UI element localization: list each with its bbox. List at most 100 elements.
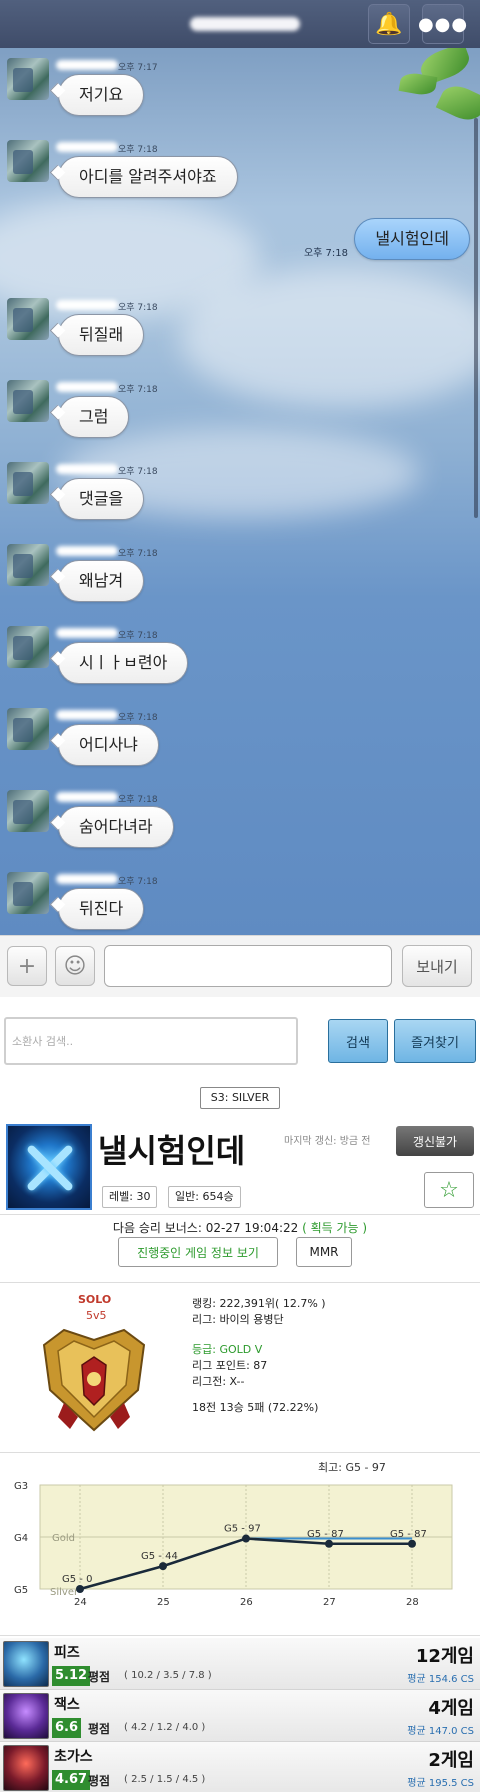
champion-row[interactable]: 잭스 6.6 평점 ( 4.2 / 1.2 / 4.0 ) 4게임 평균 147.0 CS: [0, 1690, 480, 1742]
smile-icon: ☺: [63, 953, 87, 979]
chogath-icon: [3, 1745, 49, 1791]
average-cs: 평균 147.0 CS: [407, 1726, 474, 1737]
league-text: 리그: 바이의 용병단: [192, 1313, 284, 1326]
kda-label: 평점: [88, 1722, 111, 1736]
chart-data-label: G5 - 87: [390, 1529, 427, 1540]
send-button[interactable]: 보내기: [402, 945, 472, 987]
chat-area[interactable]: 오후 7:17 저기요 오후 7:18 아디를 알려주셔야죠 오후 7:18 낼시험인데 오…: [0, 48, 480, 935]
kda-label: 평점: [88, 1670, 111, 1684]
kda-badge: 4.67: [52, 1770, 91, 1790]
chart-point: [76, 1585, 84, 1593]
message-time: 오후 7:18: [118, 877, 158, 887]
message-bubble[interactable]: 그럼: [58, 396, 130, 438]
gold-emblem-icon: [42, 1328, 146, 1432]
sender-name-redacted: [56, 300, 118, 310]
message-bubble[interactable]: 어디사냐: [58, 724, 159, 766]
plus-icon: +: [17, 953, 37, 979]
star-icon: ☆: [439, 1177, 459, 1203]
message-bubble[interactable]: 시ㅣㅏㅂ련아: [58, 642, 189, 684]
message-time: 오후 7:18: [118, 713, 158, 723]
champion-row[interactable]: 초가스 4.67 평점 ( 2.5 / 1.5 / 4.5 ) 2게임 평균 195.5 …: [0, 1742, 480, 1792]
summoner-name: 낼시험인데: [98, 1132, 246, 1170]
refresh-button[interactable]: 갱신불가: [396, 1126, 474, 1156]
kda-detail: ( 10.2 / 3.5 / 7.8 ): [124, 1670, 212, 1681]
chat-header: 🔔 ●●●: [0, 0, 480, 48]
chart-x-tick: 26: [240, 1597, 253, 1608]
favorites-button[interactable]: 즐겨찾기: [394, 1019, 476, 1063]
attach-button[interactable]: +: [7, 946, 47, 986]
avatar[interactable]: [7, 58, 49, 100]
chart-y-tick: G4: [14, 1533, 28, 1544]
message-bubble[interactable]: 저기요: [58, 74, 145, 116]
chart-y-tick: G5: [14, 1585, 28, 1596]
games-count: 4게임: [428, 1698, 474, 1719]
sender-name-redacted: [56, 382, 118, 392]
tier-text: 등급: GOLD V: [192, 1343, 263, 1356]
queue-label: SOLO: [78, 1293, 112, 1306]
champion-stats: 피즈 5.12 평점( 10.2 / 3.5 / 7.8 ) 12게임 평균 154.6…: [0, 1635, 480, 1792]
avatar[interactable]: [7, 380, 49, 422]
notification-button[interactable]: 🔔: [368, 4, 410, 44]
summoner-search-section: 소환사 검색.. 검색 즐겨찾기 S3: SILVER: [0, 997, 480, 1118]
sender-name-redacted: [56, 710, 118, 720]
message-bubble[interactable]: 댓글을: [58, 478, 145, 520]
champion-name: 초가스: [54, 1749, 93, 1765]
chart-title: 최고: G5 - 97: [318, 1461, 386, 1474]
favorite-star-button[interactable]: ☆: [424, 1172, 474, 1208]
chart-data-label: G5 - 44: [141, 1551, 178, 1562]
sender-name-redacted: [56, 464, 118, 474]
avatar[interactable]: [7, 790, 49, 832]
last-update-text: 마지막 갱신: 방금 전: [284, 1136, 371, 1147]
league-points-text: 리그 포인트: 87: [192, 1359, 268, 1372]
summoner-search-input[interactable]: 소환사 검색..: [4, 1017, 298, 1065]
average-cs: 평균 195.5 CS: [407, 1778, 474, 1789]
chart-point: [325, 1539, 333, 1548]
message-bubble[interactable]: 뒤질래: [58, 314, 145, 356]
avatar[interactable]: [7, 462, 49, 504]
kda-badge: 6.6: [52, 1718, 82, 1738]
message-bubble[interactable]: 아디를 알려주셔야죠: [58, 156, 238, 198]
games-count: 12게임: [415, 1646, 474, 1667]
ranking-text: 랭킹: 222,391위( 12.7% ): [192, 1297, 326, 1310]
avatar[interactable]: [7, 140, 49, 182]
emoticon-button[interactable]: ☺: [55, 946, 95, 986]
message-time: 오후 7:18: [118, 795, 158, 805]
mmr-button[interactable]: MMR: [296, 1237, 352, 1267]
champion-name: 피즈: [54, 1645, 80, 1661]
sender-name-redacted: [56, 628, 118, 638]
kda-label: 평점: [88, 1774, 111, 1788]
message-bubble-outgoing[interactable]: 낼시험인데: [354, 218, 470, 260]
search-button[interactable]: 검색: [328, 1019, 388, 1063]
bell-icon: 🔔: [375, 11, 403, 37]
message-time: 오후 7:18: [118, 549, 158, 559]
avatar[interactable]: [7, 708, 49, 750]
chart-x-tick: 27: [323, 1597, 336, 1608]
chat-title-redacted: [190, 17, 300, 31]
sender-name-redacted: [56, 60, 118, 70]
mode-label: 5v5: [86, 1309, 107, 1322]
games-count: 2게임: [428, 1750, 474, 1771]
avatar[interactable]: [7, 544, 49, 586]
avatar[interactable]: [7, 626, 49, 668]
chat-scrollbar[interactable]: [474, 118, 478, 518]
avatar[interactable]: [7, 872, 49, 914]
more-button[interactable]: ●●●: [418, 4, 467, 44]
sender-name-redacted: [56, 874, 118, 884]
message-time: 오후 7:18: [118, 385, 158, 395]
message-bubble[interactable]: 숨어다녀라: [58, 806, 174, 848]
message-time: 오후 7:18: [118, 145, 158, 155]
sender-name-redacted: [56, 546, 118, 556]
champion-row[interactable]: 피즈 5.12 평점 ( 10.2 / 3.5 / 7.8 ) 12게임 평균 154.6…: [0, 1638, 480, 1690]
message-input[interactable]: [104, 945, 392, 987]
message-bubble[interactable]: 뒤진다: [58, 888, 145, 930]
message-time: 오후 7:18: [118, 303, 158, 313]
live-game-button[interactable]: 진행중인 게임 정보 보기: [118, 1237, 278, 1267]
avatar[interactable]: [7, 298, 49, 340]
summoner-icon: [6, 1124, 92, 1210]
sender-name-redacted: [56, 142, 118, 152]
message-bubble[interactable]: 왜남겨: [58, 560, 145, 602]
normal-wins-chip: 일반: 654승: [168, 1186, 241, 1208]
chart-x-tick: 25: [157, 1597, 170, 1608]
message-input-bar: + ☺ 보내기: [0, 935, 480, 997]
chart-data-label: G5 - 97: [224, 1524, 261, 1535]
